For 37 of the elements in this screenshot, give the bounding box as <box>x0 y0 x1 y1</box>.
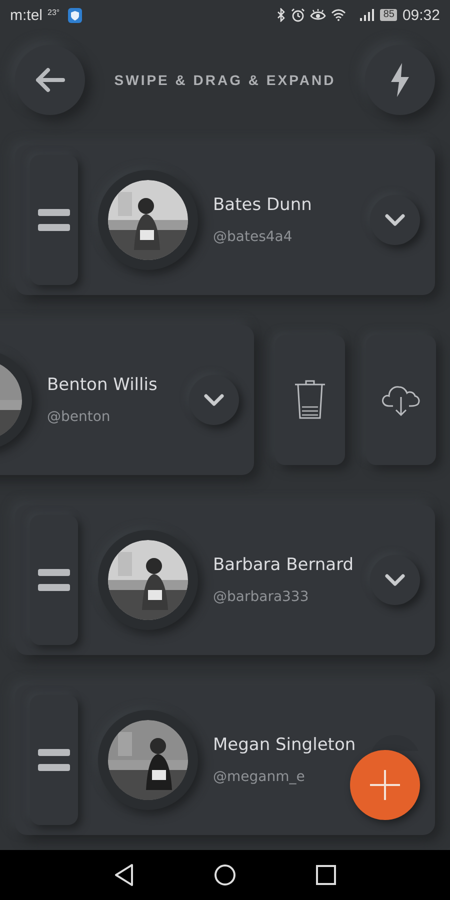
user-handle: @barbara333 <box>213 589 310 605</box>
user-card[interactable]: Benton Willis @benton <box>0 325 254 475</box>
clock-time: 09:32 <box>402 6 440 24</box>
back-icon[interactable] <box>114 864 134 886</box>
carrier-name: m:tel <box>10 6 43 24</box>
alarm-icon <box>291 8 306 22</box>
chevron-down-icon <box>204 394 224 406</box>
recents-icon[interactable] <box>316 865 336 885</box>
trash-icon <box>294 380 326 420</box>
user-name: Megan Singleton <box>213 735 357 755</box>
home-icon[interactable] <box>214 864 236 886</box>
signal-icon <box>359 9 376 21</box>
screen-title: SWIPE & DRAG & EXPAND <box>114 72 336 88</box>
drag-lines-icon <box>38 749 70 771</box>
user-handle: @meganm_e <box>213 769 306 785</box>
drag-lines-icon <box>38 209 70 231</box>
wifi-icon <box>331 9 346 21</box>
cloud-download-icon <box>381 384 421 416</box>
shield-icon <box>68 8 82 22</box>
user-card[interactable]: Megan Singleton @meganm_e <box>15 685 435 835</box>
user-card[interactable]: Bates Dunn @bates4a4 <box>15 145 435 295</box>
user-handle: @benton <box>47 409 112 425</box>
lightning-icon <box>390 63 410 97</box>
temperature: 23° <box>48 8 60 16</box>
user-card[interactable]: Barbara Bernard @barbara333 <box>15 505 435 655</box>
drag-lines-icon <box>38 569 70 591</box>
user-name: Bates Dunn <box>213 195 313 215</box>
user-name: Barbara Bernard <box>213 555 355 575</box>
eye-icon <box>310 9 326 21</box>
user-name: Benton Willis <box>47 375 158 395</box>
chevron-down-icon <box>385 574 405 586</box>
user-handle: @bates4a4 <box>213 229 294 245</box>
plus-icon <box>370 770 400 800</box>
chevron-down-icon <box>385 214 405 226</box>
back-arrow-icon <box>35 67 65 93</box>
bluetooth-icon <box>277 8 286 22</box>
battery-level: 85 <box>380 9 398 21</box>
